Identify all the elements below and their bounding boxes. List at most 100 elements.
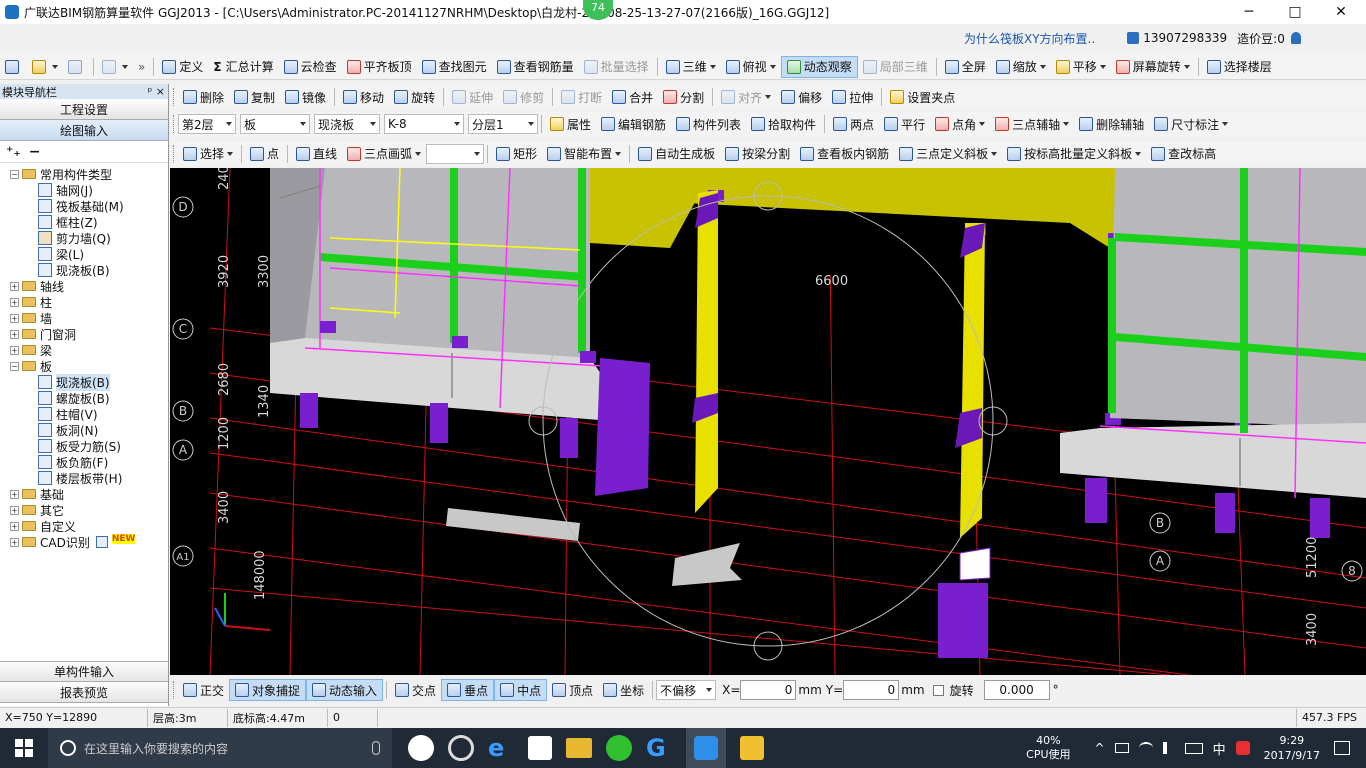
tree-item-raft[interactable]: 筏板基础(M) [10, 198, 168, 214]
midpoint-snap[interactable]: 中点 [494, 679, 548, 701]
batch-slope-button[interactable]: 按标高批量定义斜板 [1002, 143, 1146, 165]
tree-group-opening[interactable]: + 门窗洞 [10, 326, 168, 342]
screen-rotate-button[interactable]: 屏幕旋转 [1111, 56, 1195, 78]
type-select[interactable]: 板 [240, 114, 310, 134]
store-icon[interactable] [528, 736, 552, 760]
bell-icon[interactable] [1290, 32, 1301, 44]
parallel-button[interactable]: 平行 [879, 113, 930, 135]
smart-layout-button[interactable]: 智能布置 [542, 143, 626, 165]
bean-label[interactable]: 造价豆:0 [1237, 30, 1285, 47]
battery-icon[interactable] [1114, 743, 1129, 753]
tree-item-slab-cast[interactable]: 现浇板(B) [10, 373, 168, 391]
delete-button[interactable]: 删除 [178, 86, 229, 108]
three-point-slope-button[interactable]: 三点定义斜板 [894, 143, 1002, 165]
tree-item-column-cap[interactable]: 柱帽(V) [10, 406, 168, 422]
open-file-icon[interactable] [27, 56, 63, 78]
dynamic-input-toggle[interactable]: 动态输入 [306, 679, 384, 701]
tree-item-cast-slab[interactable]: 现浇板(B) [10, 262, 168, 278]
arc-tool-button[interactable]: 三点画弧 [342, 143, 426, 165]
pin-icon[interactable]: ᵖ [148, 85, 153, 98]
mirror-button[interactable]: 镜像 [280, 86, 331, 108]
set-grip-button[interactable]: 设置夹点 [885, 86, 960, 108]
project-settings-button[interactable]: 工程设置 [0, 99, 168, 120]
browser-icon[interactable] [606, 735, 632, 761]
expand-all-icon[interactable]: ⁺₊ [6, 144, 21, 160]
tree-item-slab-hole[interactable]: 板洞(N) [10, 422, 168, 438]
collapse-all-icon[interactable]: − [29, 144, 41, 160]
overflow-icon[interactable]: » [133, 56, 150, 78]
3d-model-view[interactable]: 240 3920 3300 2680 1340 1200 3400 148000… [170, 168, 1366, 675]
tree-item-slab-neg-rebar[interactable]: 板负筋(F) [10, 454, 168, 470]
pan-button[interactable]: 平移 [1051, 56, 1111, 78]
nav-close-icon[interactable]: × [156, 85, 165, 98]
notification-center-icon[interactable] [1334, 741, 1350, 755]
edit-rebar-button[interactable]: 编辑钢筋 [596, 113, 671, 135]
active-app-tile[interactable] [686, 728, 726, 768]
trim-button[interactable]: 修剪 [498, 86, 549, 108]
fullscreen-button[interactable]: 全屏 [940, 56, 991, 78]
vertex-snap[interactable]: 顶点 [547, 679, 598, 701]
select-floor-button[interactable]: 选择楼层 [1202, 56, 1277, 78]
tree-item-slab-main-rebar[interactable]: 板受力筋(S) [10, 438, 168, 454]
save-icon[interactable] [63, 56, 90, 78]
keyboard-icon[interactable] [1184, 742, 1203, 754]
split-button[interactable]: 分割 [658, 86, 709, 108]
question-link[interactable]: 为什么筏板XY方向布置.. [964, 30, 1095, 47]
break-button[interactable]: 打断 [556, 86, 607, 108]
auto-slab-button[interactable]: 自动生成板 [633, 143, 720, 165]
tree-group-foundation[interactable]: + 基础 [10, 486, 168, 502]
explorer-icon[interactable] [566, 738, 592, 758]
tree-group-other[interactable]: + 其它 [10, 502, 168, 518]
tree-item-frame-column[interactable]: 框柱(Z) [10, 214, 168, 230]
define-button[interactable]: 定义 [157, 56, 208, 78]
move-button[interactable]: 移动 [338, 86, 389, 108]
view-slab-rebar-button[interactable]: 查看板内钢筋 [795, 143, 894, 165]
tree-group-column[interactable]: + 柱 [10, 294, 168, 310]
rotate-input[interactable]: 0.000 [983, 680, 1050, 700]
flush-slab-button[interactable]: 平齐板顶 [342, 56, 417, 78]
coordinate-snap[interactable]: 坐标 [598, 679, 649, 701]
select-tool-button[interactable]: 选择 [178, 143, 238, 165]
zoom-button[interactable]: 缩放 [991, 56, 1051, 78]
3d-viewport[interactable]: 240 3920 3300 2680 1340 1200 3400 148000… [170, 168, 1366, 675]
delete-aux-button[interactable]: 删除辅轴 [1074, 113, 1149, 135]
extend-button[interactable]: 延伸 [447, 86, 498, 108]
mic-icon[interactable] [372, 741, 380, 755]
batch-select-button[interactable]: 批量选择 [579, 56, 654, 78]
ortho-toggle[interactable]: 正交 [178, 679, 229, 701]
point-angle-button[interactable]: 点角 [930, 113, 990, 135]
glodon-g-icon[interactable]: G [646, 735, 672, 761]
dimension-button[interactable]: 尺寸标注 [1149, 113, 1233, 135]
phone-label[interactable]: 13907298339 [1143, 31, 1227, 45]
subtype-select[interactable]: 现浇板 [314, 114, 380, 134]
offset-button[interactable]: 偏移 [776, 86, 827, 108]
split-by-beam-button[interactable]: 按梁分割 [720, 143, 795, 165]
report-preview-button[interactable]: 报表预览 [0, 682, 168, 703]
sogou-icon[interactable] [1235, 741, 1250, 755]
calculate-button[interactable]: Σ 汇总计算 [208, 56, 278, 78]
tree-group-cad[interactable]: + CAD识别 NEW [10, 534, 168, 550]
tray-up-icon[interactable]: ^ [1095, 741, 1105, 755]
close-button[interactable]: ✕ [1318, 0, 1364, 24]
tree-group-wall[interactable]: + 墙 [10, 310, 168, 326]
two-point-button[interactable]: 两点 [828, 113, 879, 135]
point-tool-button[interactable]: 点 [245, 143, 284, 165]
dynamic-view-button[interactable]: 动态观察 [780, 55, 858, 78]
pick-component-button[interactable]: 拾取构件 [746, 113, 821, 135]
tree-group-beam[interactable]: + 梁 [10, 342, 168, 358]
volume-icon[interactable] [1162, 742, 1175, 754]
tree-group-slab[interactable]: − 板 [10, 358, 168, 374]
3d-button[interactable]: 三维 [661, 56, 721, 78]
tree-group-axis[interactable]: + 轴线 [10, 278, 168, 294]
drawing-input-button[interactable]: 绘图输入 [0, 120, 168, 141]
intersection-snap[interactable]: 交点 [390, 679, 441, 701]
offset-select[interactable]: 不偏移 [656, 680, 717, 700]
y-input[interactable]: 0 [843, 680, 900, 700]
floor-select[interactable]: 第2层 [178, 114, 236, 134]
cloud-check-button[interactable]: 云检查 [279, 56, 342, 78]
copy-button[interactable]: 复制 [229, 86, 280, 108]
tree-group-common[interactable]: − 常用构件类型 [10, 166, 168, 182]
single-component-button[interactable]: 单构件输入 [0, 661, 168, 682]
tree-item-axis-grid[interactable]: 轴网(J) [10, 182, 168, 198]
component-name-select[interactable]: K-8 [384, 114, 464, 134]
